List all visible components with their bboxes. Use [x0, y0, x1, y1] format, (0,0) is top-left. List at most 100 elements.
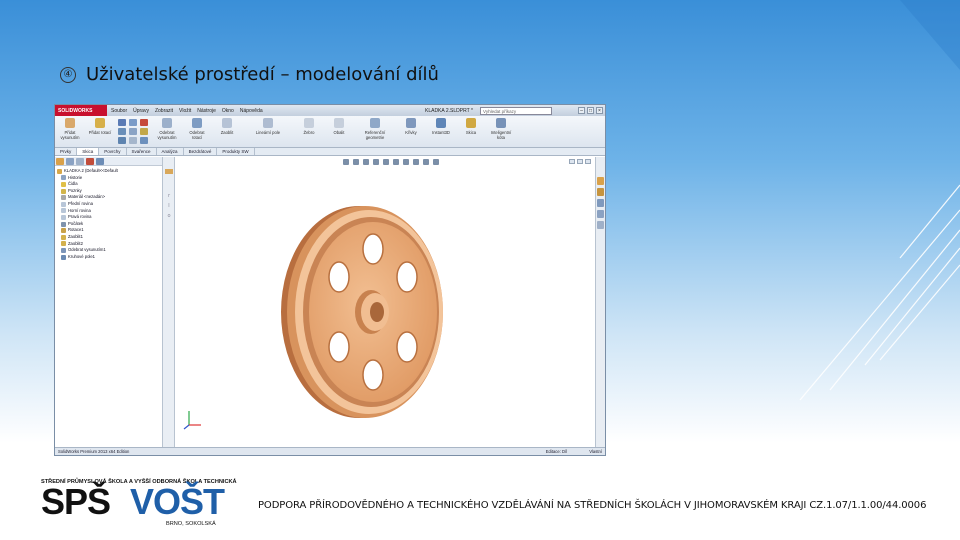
menu-item[interactable]: Nástroje: [197, 108, 216, 114]
footer-text: PODPORA PŘÍRODOVĚDNÉHO A TECHNICKÉHO VZD…: [258, 500, 927, 511]
annotation-icon: [61, 188, 66, 194]
pulley-model[interactable]: [267, 197, 467, 427]
tree-item-sensors[interactable]: Čidla: [57, 181, 160, 188]
view-settings-icon[interactable]: [433, 159, 439, 165]
mirror-icon[interactable]: [140, 137, 148, 144]
pattern-label: Lineární pole: [255, 130, 281, 135]
instant3d-button[interactable]: Instant3D: [429, 118, 453, 135]
menu-item[interactable]: Okno: [222, 108, 234, 114]
tab-analysis[interactable]: Analýza: [157, 148, 184, 155]
sw-logo: SOLIDWORKS: [55, 105, 107, 116]
curves-label: Křivky: [405, 130, 417, 135]
wrap-button[interactable]: Obalit: [327, 118, 351, 135]
property-manager-tab-icon[interactable]: [66, 158, 74, 165]
zoom-fit-icon[interactable]: [343, 159, 349, 165]
extrude-button[interactable]: Přidat vysunutím: [58, 118, 82, 140]
resources-icon[interactable]: [597, 177, 604, 185]
sensor-icon: [61, 181, 66, 187]
material-icon: [61, 195, 66, 201]
ref-geometry-button[interactable]: Referenční geometrie: [357, 118, 393, 140]
display-tab-icon[interactable]: [96, 158, 104, 165]
appearance-icon[interactable]: [413, 159, 419, 165]
cut-revolve-button[interactable]: Odebrat rotací: [185, 118, 209, 140]
menu-item[interactable]: Úpravy: [133, 108, 149, 114]
configuration-tab-icon[interactable]: [76, 158, 84, 165]
tree-item-material[interactable]: Materiál <nezadán>: [57, 194, 160, 201]
offset-icon[interactable]: [129, 137, 137, 144]
revolve-button[interactable]: Přidat rotací: [88, 118, 112, 135]
zoom-area-icon[interactable]: [353, 159, 359, 165]
tree-item-right-plane[interactable]: Pravá rovina: [57, 214, 160, 221]
tab-sw-products[interactable]: Produkty SW: [217, 148, 255, 155]
hide-show-icon[interactable]: [403, 159, 409, 165]
circle-icon[interactable]: [140, 119, 148, 126]
point-icon[interactable]: [140, 128, 148, 135]
dimxpert-tab-icon[interactable]: [86, 158, 94, 165]
minimize-button[interactable]: –: [578, 107, 585, 114]
tab-features[interactable]: Prvky: [55, 148, 78, 155]
viewport-restore-button[interactable]: [577, 159, 583, 164]
tree-item-cut-extrude[interactable]: Odebrat vysunutím1: [57, 247, 160, 254]
tree-item-history[interactable]: Historie: [57, 175, 160, 182]
task-pane: [595, 157, 605, 447]
tree-item-fillet1[interactable]: Zaoblit1: [57, 234, 160, 241]
search-input[interactable]: Vyhledat příkazy: [480, 106, 552, 115]
curves-button[interactable]: Křivky: [399, 118, 423, 135]
view-palette-icon[interactable]: [597, 210, 604, 218]
cut-extrude-button[interactable]: Odebrat vysunutím: [155, 118, 179, 140]
rib-button[interactable]: Žebro: [297, 118, 321, 135]
tree-item-fillet2[interactable]: Zaoblit2: [57, 241, 160, 248]
tree-item-front-plane[interactable]: Přední rovina: [57, 201, 160, 208]
tree-item-circular-pattern[interactable]: Kruhové pole1: [57, 254, 160, 261]
cut-feature-icon: [61, 247, 66, 253]
graphics-area[interactable]: [175, 157, 605, 447]
tree-item-annotations[interactable]: Poznky: [57, 188, 160, 195]
sketch-button[interactable]: Skica: [459, 118, 483, 135]
logo-left-text: SPŠ: [41, 480, 110, 522]
menu-item[interactable]: Zobrazit: [155, 108, 173, 114]
revolve-label: Přidat rotací: [88, 130, 112, 135]
arc-icon[interactable]: [118, 128, 126, 135]
tab-surfaces[interactable]: Povrchy: [99, 148, 127, 155]
maximize-button[interactable]: □: [587, 107, 594, 114]
line-icon[interactable]: [118, 119, 126, 126]
tree-item-origin[interactable]: Počátek: [57, 221, 160, 228]
menu-item[interactable]: Soubor: [111, 108, 127, 114]
folder-icon: r l o: [165, 169, 173, 219]
fillet-button[interactable]: Zaoblit: [215, 118, 239, 135]
section-view-icon[interactable]: [373, 159, 379, 165]
menu-item[interactable]: Nápověda: [240, 108, 263, 114]
tree-item-top-plane[interactable]: Horní rovina: [57, 208, 160, 215]
file-explorer-icon[interactable]: [597, 199, 604, 207]
scene-icon[interactable]: [423, 159, 429, 165]
smart-dimension-icon: [496, 118, 506, 128]
solidworks-window: SOLIDWORKS Soubor Úpravy Zobrazit Vložit…: [54, 104, 606, 456]
tree-item-part[interactable]: KLADKA 2 (Default<<Default: [57, 168, 160, 175]
wrap-label: Obalit: [333, 130, 345, 135]
pattern-group[interactable]: Lineární pole: [245, 118, 291, 135]
tab-wireless[interactable]: Bezdrátové: [184, 148, 218, 155]
rectangle-icon[interactable]: [129, 119, 137, 126]
design-library-icon[interactable]: [597, 188, 604, 196]
previous-view-icon[interactable]: [363, 159, 369, 165]
status-units[interactable]: Vlastní: [589, 449, 602, 454]
appearances-icon[interactable]: [597, 221, 604, 229]
display-style-icon[interactable]: [393, 159, 399, 165]
close-button[interactable]: ×: [596, 107, 603, 114]
sketch-label: Skica: [465, 130, 477, 135]
extrude-icon: [65, 118, 75, 128]
spline-icon[interactable]: [129, 128, 137, 135]
tab-sketch[interactable]: Skica: [77, 148, 100, 155]
feature-manager-splitter[interactable]: r l o: [163, 157, 175, 447]
tab-weldments[interactable]: Svařence: [127, 148, 157, 155]
menu-item[interactable]: Vložit: [179, 108, 191, 114]
feature-tree-tab-icon[interactable]: [56, 158, 64, 165]
viewport-minimize-button[interactable]: [569, 159, 575, 164]
plane-icon: [61, 214, 66, 220]
window-controls: – □ ×: [578, 107, 603, 114]
view-orientation-icon[interactable]: [383, 159, 389, 165]
viewport-close-button[interactable]: [585, 159, 591, 164]
tree-item-revolve[interactable]: Rotace1: [57, 227, 160, 234]
smart-dimension-button[interactable]: Inteligentní kóta: [489, 118, 513, 140]
trim-icon[interactable]: [118, 137, 126, 144]
